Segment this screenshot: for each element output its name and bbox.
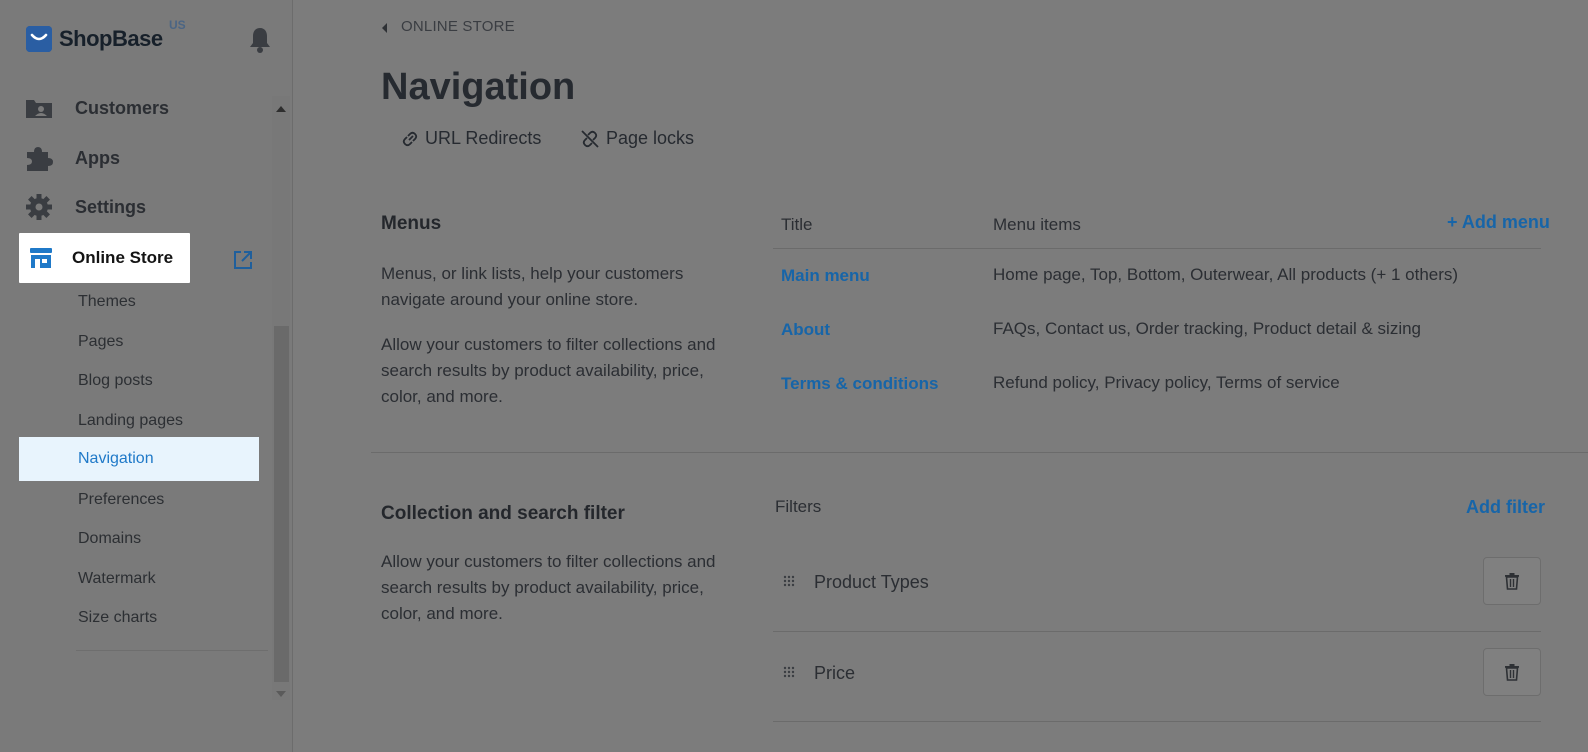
puzzle-icon xyxy=(24,144,56,172)
page-locks-label: Page locks xyxy=(606,128,695,148)
sidebar-subitem-preferences[interactable]: Preferences xyxy=(78,491,164,509)
brand-region: US xyxy=(169,18,186,32)
menu-row-title[interactable]: Terms & conditions xyxy=(781,374,938,394)
sidebar-item-settings[interactable]: Settings xyxy=(24,187,264,227)
sidebar-divider xyxy=(76,650,268,651)
menus-column-title: Title xyxy=(781,215,813,234)
sidebar-subitem-pages[interactable]: Pages xyxy=(78,333,123,351)
breadcrumb[interactable]: ONLINE STORE xyxy=(381,18,515,35)
shopbase-bag-icon xyxy=(26,26,52,52)
sidebar-subitem-themes[interactable]: Themes xyxy=(78,293,136,311)
url-redirects-link[interactable]: URL Redirects xyxy=(401,128,541,149)
menu-row-title[interactable]: Main menu xyxy=(781,266,870,286)
brand-name: ShopBase xyxy=(59,26,163,51)
filter-name: Product Types xyxy=(814,572,929,592)
gear-icon xyxy=(24,193,56,221)
url-redirects-label: URL Redirects xyxy=(425,128,542,148)
trash-icon xyxy=(1504,572,1520,590)
sidebar-subitem-size-charts[interactable]: Size charts xyxy=(78,609,157,627)
sidebar-item-label: Online Store xyxy=(72,248,174,267)
customers-icon xyxy=(24,94,56,122)
table-header-divider xyxy=(773,248,1541,249)
sidebar-subitem-landing-pages[interactable]: Landing pages xyxy=(78,412,183,430)
breadcrumb-label: ONLINE STORE xyxy=(401,18,515,35)
external-link-icon[interactable] xyxy=(232,249,254,271)
filter-name: Price xyxy=(814,663,856,683)
sidebar-subitem-watermark[interactable]: Watermark xyxy=(78,570,156,588)
sidebar-item-label: Settings xyxy=(75,196,147,217)
sidebar-item-apps[interactable]: Apps xyxy=(24,138,264,178)
menus-column-items: Menu items xyxy=(993,215,1081,234)
add-filter-button[interactable]: Add filter xyxy=(1466,497,1545,518)
menus-section-title: Menus xyxy=(381,213,442,234)
drag-handle-icon[interactable] xyxy=(783,666,795,682)
shopbase-logo[interactable]: ShopBase US xyxy=(26,18,186,54)
chevron-left-icon xyxy=(381,21,389,33)
scroll-down-arrow-icon[interactable] xyxy=(275,686,287,697)
sidebar-item-label: Apps xyxy=(75,147,120,168)
menus-filter-description: Allow your customers to filter collectio… xyxy=(381,335,716,406)
sidebar-scrollbar-thumb[interactable] xyxy=(274,326,289,682)
trash-icon xyxy=(1504,663,1520,681)
add-menu-button[interactable]: + Add menu xyxy=(1447,212,1550,233)
delete-filter-button[interactable] xyxy=(1483,557,1541,605)
scroll-up-arrow-icon[interactable] xyxy=(275,101,287,112)
unlink-icon xyxy=(580,129,606,149)
delete-filter-button[interactable] xyxy=(1483,648,1541,696)
sidebar-item-label: Customers xyxy=(75,97,170,118)
section-divider xyxy=(371,452,1588,453)
sidebar-subitem-blog-posts[interactable]: Blog posts xyxy=(78,372,153,390)
drag-handle-icon[interactable] xyxy=(783,575,795,591)
menu-row-items: Refund policy, Privacy policy, Terms of … xyxy=(993,373,1340,392)
storefront-icon xyxy=(29,247,53,269)
filter-row: Price xyxy=(773,632,1541,722)
sidebar-subitem-navigation[interactable]: Navigation xyxy=(19,437,259,481)
filter-section-title: Collection and search filter xyxy=(381,503,625,524)
filter-row-divider xyxy=(773,721,1541,722)
page-locks-link[interactable]: Page locks xyxy=(580,128,694,149)
notification-bell-icon[interactable] xyxy=(247,26,273,54)
link-icon xyxy=(401,130,425,148)
filter-row: Product Types xyxy=(773,541,1541,631)
menu-row-title[interactable]: About xyxy=(781,320,830,340)
menu-row-items: FAQs, Contact us, Order tracking, Produc… xyxy=(993,319,1422,338)
sidebar-item-customers[interactable]: Customers xyxy=(24,88,264,128)
menus-description: Menus, or link lists, help your customer… xyxy=(381,264,684,309)
menu-row-items: Home page, Top, Bottom, Outerwear, All p… xyxy=(993,265,1459,284)
sidebar-item-online-store[interactable]: Online Store xyxy=(19,233,190,283)
page-title: Navigation xyxy=(381,66,576,108)
filters-column-label: Filters xyxy=(775,497,822,516)
filter-description: Allow your customers to filter collectio… xyxy=(381,552,716,623)
sidebar-item-label: Navigation xyxy=(78,450,154,467)
sidebar: ShopBase US Customers Apps Settings Onli… xyxy=(0,0,293,752)
sidebar-subitem-domains[interactable]: Domains xyxy=(78,530,141,548)
